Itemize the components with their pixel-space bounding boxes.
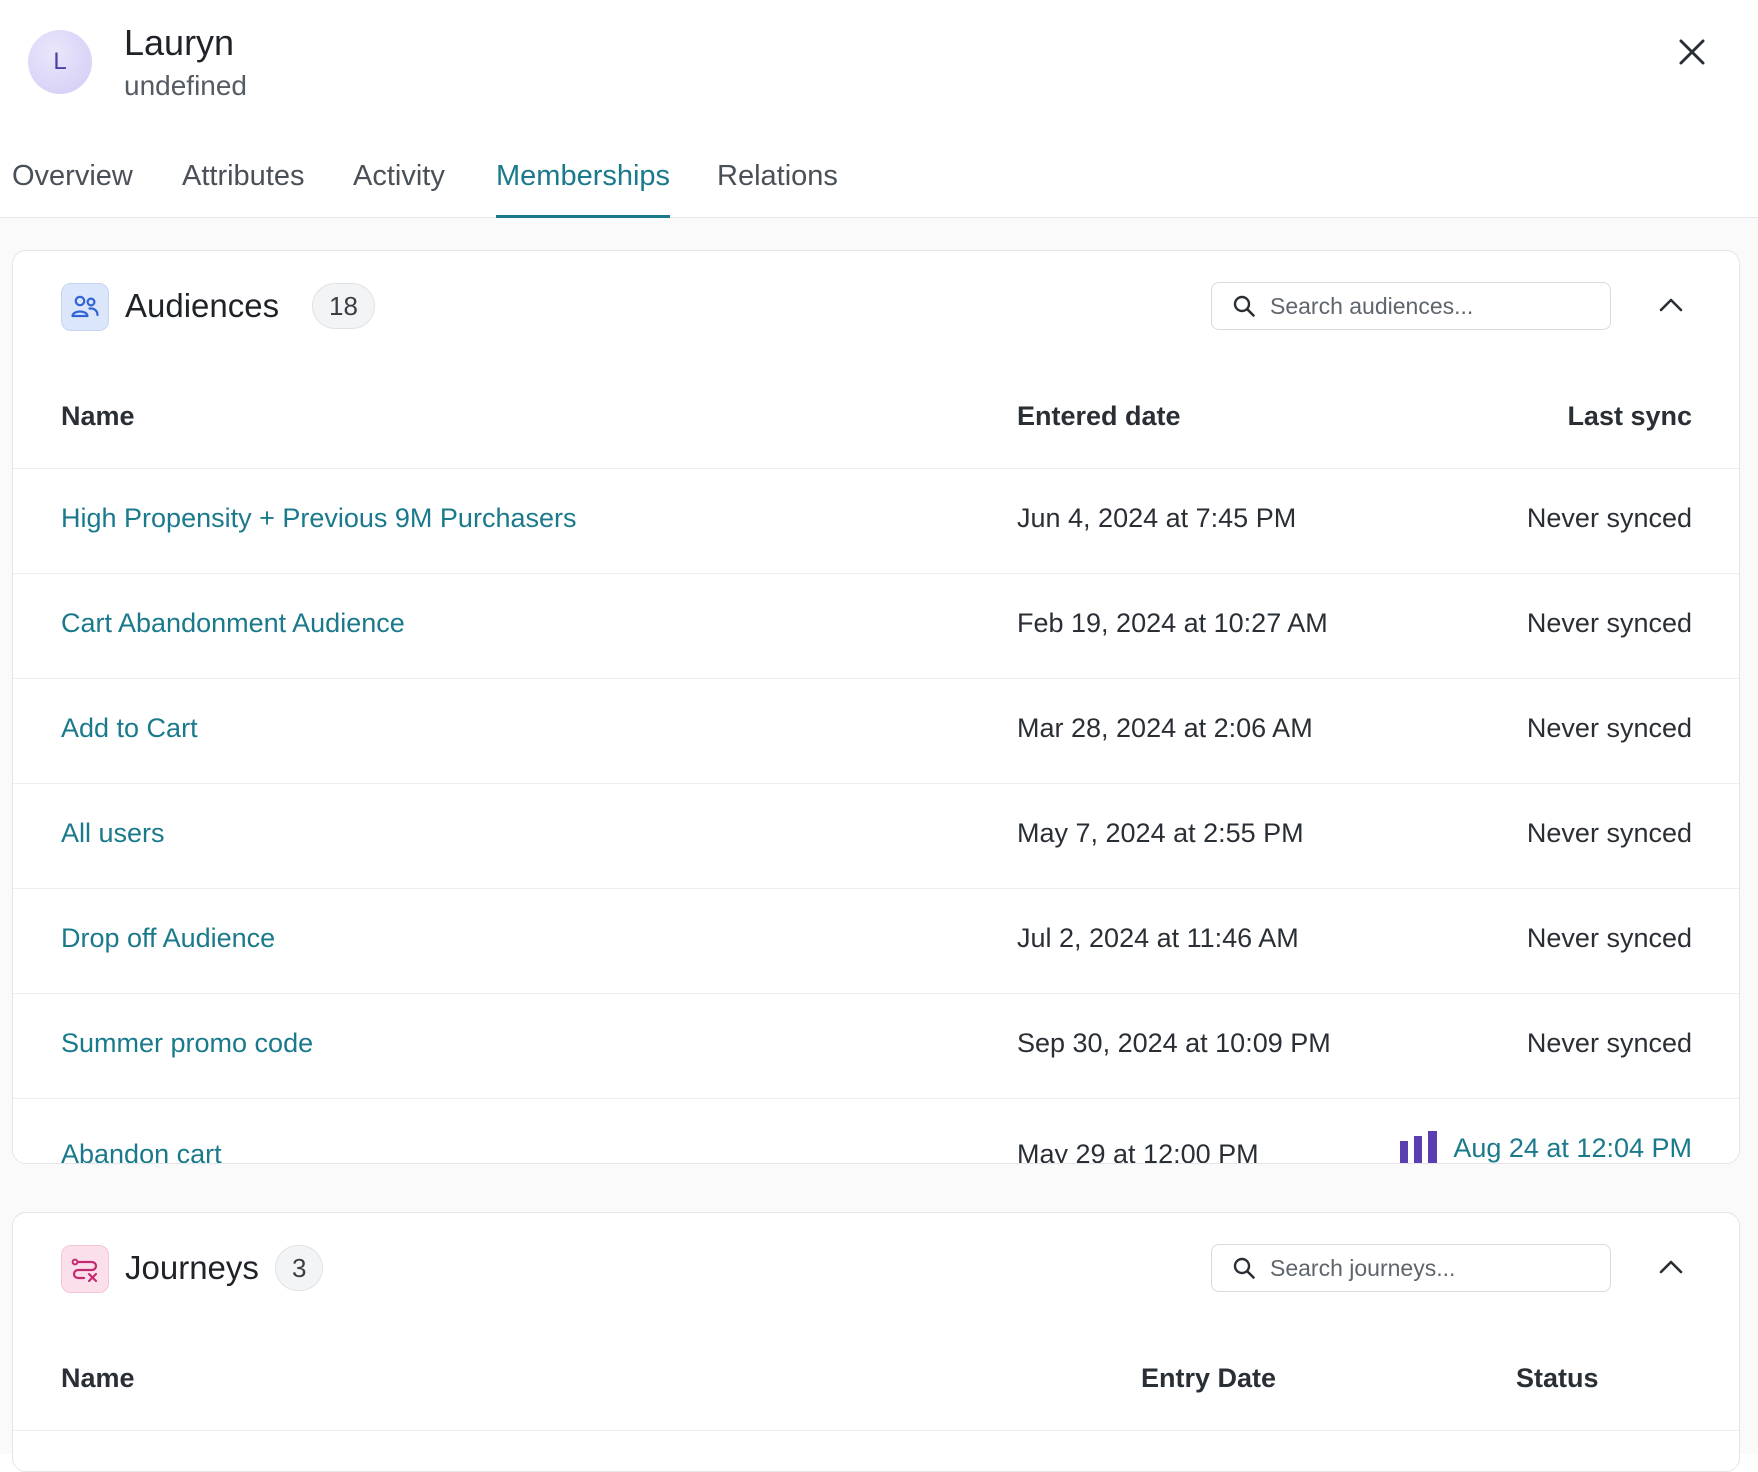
- table-row: Add to Cart Mar 28, 2024 at 2:06 AM Neve…: [13, 679, 1739, 784]
- bars-logo-icon: [1400, 1131, 1438, 1163]
- journeys-card: Journeys 3 Name Entry Date Status: [12, 1212, 1740, 1472]
- column-header-last-sync[interactable]: Last sync: [1567, 401, 1692, 432]
- journeys-search[interactable]: [1211, 1244, 1611, 1292]
- profile-subtitle: undefined: [124, 70, 248, 101]
- tab-bar: Overview Attributes Activity Memberships…: [0, 124, 1758, 218]
- audiences-title: Audiences: [125, 287, 280, 324]
- table-row: Drop off Audience Jul 2, 2024 at 11:46 A…: [13, 889, 1739, 994]
- entered-date: Mar 28, 2024 at 2:06 AM: [1017, 713, 1313, 743]
- last-sync: Never synced: [1526, 608, 1692, 638]
- avatar: L: [28, 30, 92, 94]
- audience-name-link[interactable]: All users: [61, 818, 165, 849]
- table-row: Abandon cart May 29 at 12:00 PM Aug 24 a…: [13, 1099, 1739, 1164]
- profile-header: L Lauryn undefined: [0, 0, 1758, 124]
- last-sync: Never synced: [1526, 923, 1692, 953]
- chevron-up-icon: [1659, 1260, 1683, 1274]
- tab-activity[interactable]: Activity: [353, 160, 445, 215]
- column-header-entry-date[interactable]: Entry Date: [1141, 1363, 1276, 1394]
- last-sync: Never synced: [1526, 503, 1692, 533]
- entered-date: Jul 2, 2024 at 11:46 AM: [1017, 923, 1299, 953]
- chevron-up-icon: [1659, 298, 1683, 312]
- audiences-header: Audiences 18: [13, 251, 1739, 365]
- audience-name-link[interactable]: Abandon cart: [61, 1139, 222, 1163]
- close-button[interactable]: [1666, 26, 1718, 78]
- audience-name-link[interactable]: Summer promo code: [61, 1028, 313, 1059]
- audience-name-link[interactable]: Add to Cart: [61, 713, 198, 744]
- entered-date: Sep 30, 2024 at 10:09 PM: [1017, 1028, 1331, 1058]
- profile-name: Lauryn: [124, 22, 235, 63]
- audience-name-link[interactable]: Cart Abandonment Audience: [61, 608, 405, 639]
- search-icon: [1233, 295, 1255, 317]
- column-header-status[interactable]: Status: [1516, 1363, 1599, 1394]
- memberships-panel: Audiences 18 Name Entered date Last sync…: [0, 218, 1758, 1472]
- entered-date: May 29 at 12:00 PM: [1017, 1139, 1259, 1164]
- audiences-card: Audiences 18 Name Entered date Last sync…: [12, 250, 1740, 1164]
- table-row: Summer promo code Sep 30, 2024 at 10:09 …: [13, 994, 1739, 1099]
- tab-memberships[interactable]: Memberships: [496, 160, 671, 218]
- column-header-entered-date[interactable]: Entered date: [1017, 401, 1181, 432]
- journeys-header: Journeys 3: [13, 1213, 1739, 1327]
- journeys-collapse-button[interactable]: [1649, 1245, 1693, 1289]
- tab-overview[interactable]: Overview: [12, 160, 133, 215]
- avatar-initial: L: [53, 48, 67, 75]
- audiences-search-input[interactable]: [1270, 292, 1590, 320]
- journeys-table-header: Name Entry Date Status: [13, 1327, 1739, 1431]
- column-header-name[interactable]: Name: [61, 1363, 135, 1394]
- journeys-count-badge: 3: [275, 1245, 324, 1291]
- journeys-search-input[interactable]: [1270, 1254, 1590, 1282]
- table-row: High Propensity + Previous 9M Purchasers…: [13, 469, 1739, 574]
- audiences-count-badge: 18: [312, 283, 375, 329]
- journeys-title: Journeys: [125, 1249, 259, 1286]
- last-sync[interactable]: Aug 24 at 12:04 PM: [1399, 1131, 1692, 1164]
- entered-date: May 7, 2024 at 2:55 PM: [1017, 818, 1304, 848]
- table-row: All users May 7, 2024 at 2:55 PM Never s…: [13, 784, 1739, 889]
- column-header-name[interactable]: Name: [61, 401, 135, 432]
- audiences-table-header: Name Entered date Last sync: [13, 365, 1739, 469]
- audience-name-link[interactable]: High Propensity + Previous 9M Purchasers: [61, 503, 576, 534]
- audience-name-link[interactable]: Drop off Audience: [61, 923, 275, 954]
- audiences-collapse-button[interactable]: [1649, 283, 1693, 327]
- last-sync: Never synced: [1526, 1028, 1692, 1058]
- last-sync-date-link[interactable]: Aug 24 at 12:04 PM: [1453, 1133, 1692, 1164]
- people-icon: [61, 283, 109, 331]
- search-icon: [1233, 1257, 1255, 1279]
- table-row: Cart Abandonment Audience Feb 19, 2024 a…: [13, 574, 1739, 679]
- entered-date: Jun 4, 2024 at 7:45 PM: [1017, 503, 1297, 533]
- tab-attributes[interactable]: Attributes: [182, 160, 305, 215]
- last-sync: Never synced: [1526, 713, 1692, 743]
- audiences-search[interactable]: [1211, 282, 1611, 330]
- journey-icon: [61, 1245, 109, 1293]
- last-sync: Never synced: [1526, 818, 1692, 848]
- close-icon: [1679, 39, 1705, 65]
- entered-date: Feb 19, 2024 at 10:27 AM: [1017, 608, 1328, 638]
- tab-relations[interactable]: Relations: [717, 160, 838, 215]
